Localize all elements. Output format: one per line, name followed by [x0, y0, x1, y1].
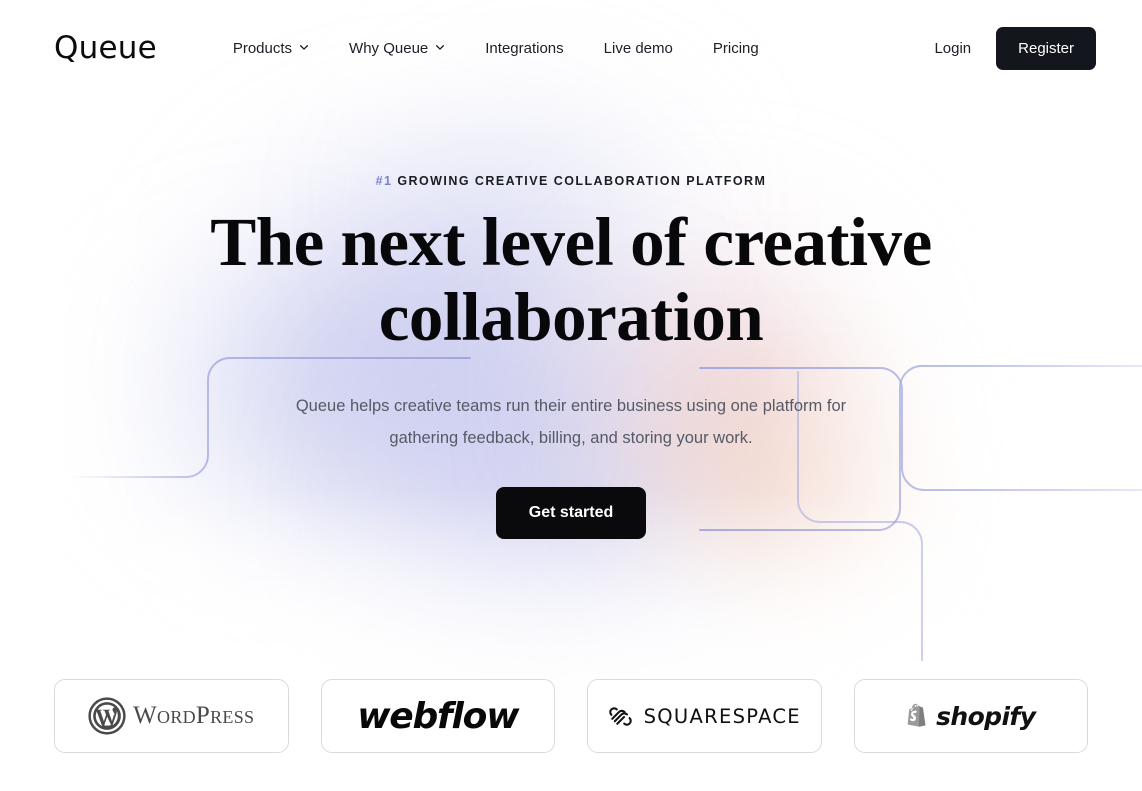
hero-eyebrow-text: GROWING CREATIVE COLLABORATION PLATFORM — [397, 174, 767, 188]
logo-card-shopify[interactable]: shopify — [853, 679, 1088, 753]
brand-logo[interactable]: Queue — [54, 32, 157, 64]
partner-logos-row: WordPress webflow SQUARESPACE shopify — [54, 679, 1088, 753]
nav-item-products[interactable]: Products — [213, 34, 329, 63]
wordpress-wordmark: WordPress — [133, 702, 255, 729]
hero-section: #1 GROWING CREATIVE COLLABORATION PLATFO… — [0, 174, 1142, 539]
nav-item-pricing[interactable]: Pricing — [693, 34, 779, 63]
nav-label: Live demo — [603, 39, 673, 57]
hero-eyebrow: #1 GROWING CREATIVE COLLABORATION PLATFO… — [0, 174, 1142, 188]
get-started-button[interactable]: Get started — [495, 486, 647, 539]
logo-card-squarespace[interactable]: SQUARESPACE — [587, 679, 822, 753]
shopify-wordmark: shopify — [936, 701, 1036, 731]
nav-label: Why Queue — [349, 39, 429, 57]
wordpress-mark-icon — [88, 697, 126, 735]
subtext-line-1: Queue helps creative teams run their ent… — [295, 397, 847, 416]
site-header: Queue Products Why Queue Integrations Li… — [0, 0, 1142, 96]
subtext-line-2: gathering feedback, billing, and storing… — [389, 429, 753, 448]
squarespace-wordmark: SQUARESPACE — [643, 704, 801, 728]
nav-label: Products — [232, 39, 293, 57]
shopify-logo-icon: shopify — [906, 701, 1036, 731]
nav-item-why-queue[interactable]: Why Queue — [329, 34, 465, 63]
logo-card-webflow[interactable]: webflow — [320, 679, 555, 753]
logo-card-wordpress[interactable]: WordPress — [54, 679, 289, 753]
nav-item-integrations[interactable]: Integrations — [465, 34, 583, 63]
register-button[interactable]: Register — [996, 26, 1096, 70]
shopify-bag-icon — [907, 703, 926, 727]
wordpress-logo-icon: WordPress — [88, 697, 254, 735]
hero-cta-container: Get started — [0, 486, 1142, 539]
hero-eyebrow-badge: #1 — [375, 174, 393, 188]
squarespace-mark-icon — [608, 706, 632, 726]
main-navigation: Products Why Queue Integrations Live dem… — [213, 34, 779, 63]
chevron-down-icon — [435, 42, 445, 52]
page-title: The next level of creative collaboration — [191, 204, 951, 356]
login-link[interactable]: Login — [934, 40, 971, 57]
webflow-logo-icon: webflow — [357, 695, 519, 737]
nav-label: Integrations — [485, 39, 564, 57]
headline-line-1: The next level of creative — [210, 204, 932, 280]
chevron-down-icon — [299, 42, 309, 52]
headline-line-2: collaboration — [378, 279, 764, 356]
squarespace-logo-icon: SQUARESPACE — [608, 704, 801, 729]
hero-subtext: Queue helps creative teams run their ent… — [259, 391, 884, 454]
nav-item-live-demo[interactable]: Live demo — [584, 34, 693, 63]
nav-label: Pricing — [712, 39, 759, 57]
